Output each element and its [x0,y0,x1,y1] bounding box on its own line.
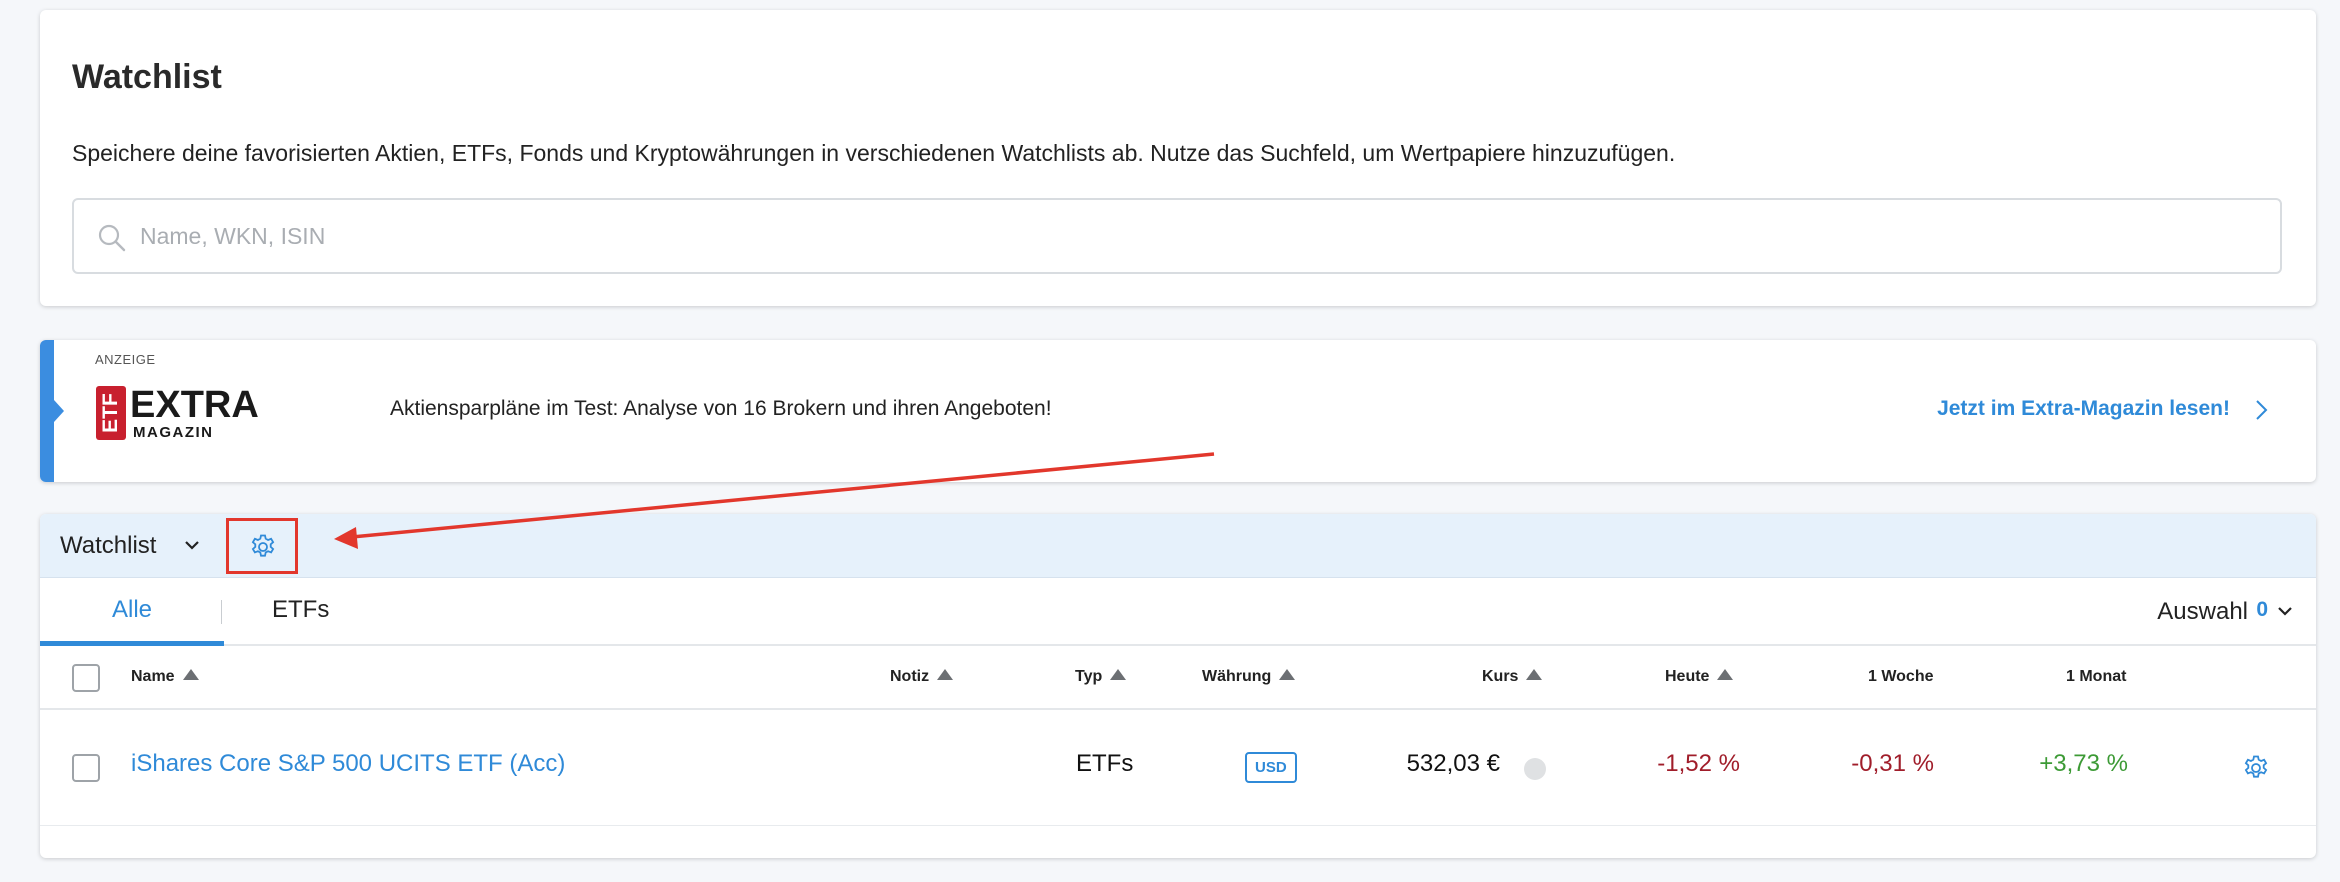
column-header-heute[interactable]: Heute [1665,668,1734,686]
ad-cta-link[interactable]: Jetzt im Extra-Magazin lesen! [1937,397,2230,421]
column-header-kurs[interactable]: Kurs [1482,668,1543,686]
sort-up-icon[interactable] [1526,669,1543,680]
search-box[interactable] [72,198,2282,274]
watchlist-table-card: Watchlist Alle ETFs Auswahl 0 Name Notiz… [40,514,2316,858]
ad-label: ANZEIGE [95,352,156,367]
page-description: Speichere deine favorisierten Aktien, ET… [72,140,1676,166]
select-all-checkbox[interactable] [72,664,100,692]
column-header-label: Name [131,668,175,685]
column-header-typ[interactable]: Typ [1075,668,1127,686]
column-header-woche[interactable]: 1 Woche [1868,668,1934,686]
extra-magazin-logo[interactable]: ETF EXTRA MAGAZIN [96,384,266,444]
auswahl-count[interactable]: 0 [2256,598,2268,622]
security-type: ETFs [1076,750,1134,777]
ad-accent-notch [54,400,64,422]
page-title: Watchlist [72,58,222,96]
table-header: Name Notiz Typ Währung Kurs Heute 1 Woch… [40,648,2316,710]
price-status-dot [1524,758,1546,780]
column-header-waehrung[interactable]: Währung [1202,668,1296,686]
logo-etf-text: ETF [99,393,122,433]
gear-icon[interactable] [249,533,277,561]
change-today: -1,52 % [1657,750,1740,777]
watchlist-tabs: Alle ETFs Auswahl 0 [40,578,2316,646]
sort-up-icon[interactable] [1717,669,1734,680]
column-header-notiz[interactable]: Notiz [890,668,954,686]
currency-badge: USD [1245,752,1297,783]
logo-magazin-text: MAGAZIN [133,424,214,441]
logo-etf-badge: ETF [96,386,126,440]
ad-headline[interactable]: Aktiensparpläne im Test: Analyse von 16 … [390,397,1052,421]
column-header-name[interactable]: Name [131,668,199,686]
column-header-label: Kurs [1482,668,1519,685]
logo-extra-text: EXTRA [130,384,259,426]
table-row: iShares Core S&P 500 UCITS ETF (Acc) ETF… [40,710,2316,826]
sort-up-icon[interactable] [1110,669,1127,680]
column-header-label: Heute [1665,668,1710,685]
column-header-monat[interactable]: 1 Monat [2066,668,2126,686]
column-header-label: Typ [1075,668,1103,685]
sort-up-icon[interactable] [182,669,199,680]
search-input[interactable] [140,200,2240,272]
watchlist-toolbar: Watchlist [40,514,2316,578]
chevron-right-icon[interactable] [2252,396,2272,424]
tab-alle[interactable]: Alle [40,578,224,646]
auswahl-label[interactable]: Auswahl [2157,598,2248,626]
search-icon [98,224,126,252]
chevron-down-icon[interactable] [182,538,202,554]
column-header-label: Währung [1202,668,1272,685]
security-price: 532,03 € [1406,750,1500,777]
sort-up-icon[interactable] [937,669,954,680]
ad-banner[interactable]: ANZEIGE ETF EXTRA MAGAZIN Aktiensparplän… [40,340,2316,482]
security-name-link[interactable]: iShares Core S&P 500 UCITS ETF (Acc) [131,750,565,778]
change-week: -0,31 % [1851,750,1934,777]
tab-etfs[interactable]: ETFs [272,578,329,646]
ad-accent-bar [40,340,54,482]
change-month: +3,73 % [2039,750,2128,777]
row-checkbox[interactable] [72,754,100,782]
tab-divider [221,600,222,624]
column-header-label: Notiz [890,668,930,685]
sort-up-icon[interactable] [1279,669,1296,680]
watchlist-settings-highlight[interactable] [226,518,298,574]
watchlist-intro-card: Watchlist Speichere deine favorisierten … [40,10,2316,306]
watchlist-selector[interactable]: Watchlist [60,532,156,560]
gear-icon[interactable] [2242,754,2270,782]
chevron-down-icon[interactable] [2276,605,2294,619]
